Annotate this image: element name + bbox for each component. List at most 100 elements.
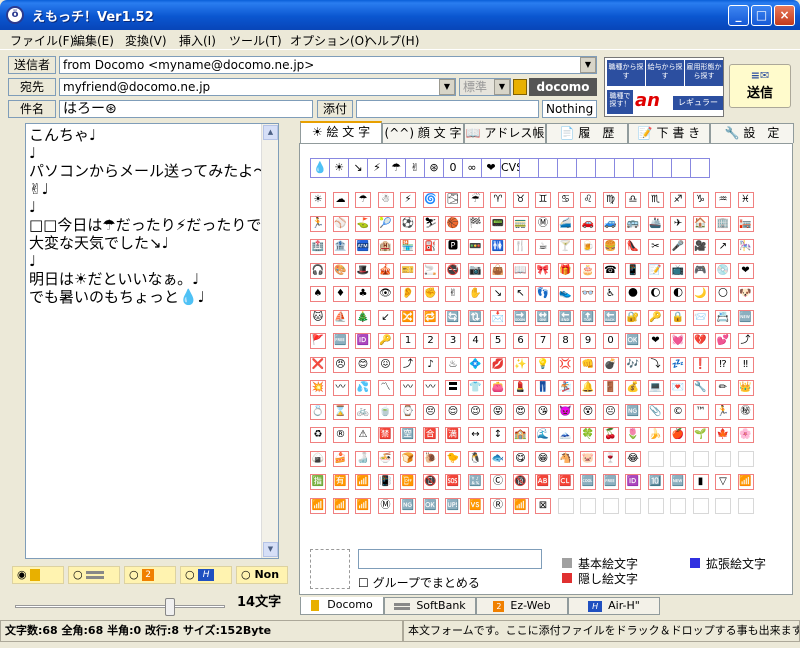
from-dropdown-icon[interactable]: ▼ [580, 57, 596, 73]
emoji-cell[interactable]: ✨ [512, 356, 529, 373]
emoji-cell[interactable]: ✊ [422, 286, 439, 302]
emoji-cell[interactable]: 🈶 [332, 474, 349, 490]
emoji-cell[interactable]: 📨 [692, 309, 709, 326]
emoji-cell[interactable]: ♐ [670, 192, 686, 208]
emoji-cell[interactable]: © [670, 403, 686, 420]
emoji-cell[interactable] [715, 450, 731, 467]
emoji-cell[interactable]: ☀ [310, 192, 326, 208]
emoji-cell[interactable]: 📩 [490, 309, 506, 326]
emoji-cell[interactable]: 👖 [535, 380, 551, 396]
emoji-cell[interactable]: ♈ [490, 192, 506, 208]
ad-banner[interactable]: 職種から探す 給与から探す 雇用形態から探す 職種で探す！ an レギュラー [604, 57, 724, 117]
emoji-cell[interactable]: 🐴 [557, 450, 574, 467]
emoji-cell[interactable]: 🏣 [737, 215, 754, 232]
emoji-cell[interactable]: ♉ [512, 192, 529, 208]
emoji-cell[interactable]: 📷 [467, 262, 484, 279]
emoji-cell[interactable]: 🎫 [400, 262, 416, 279]
emoji-cell[interactable]: Ⓡ [490, 497, 506, 514]
emoji-cell[interactable]: 📝 [647, 262, 664, 279]
emoji-cell[interactable]: 🐶 [737, 286, 754, 302]
emoji-cell[interactable]: ⚡ [400, 192, 416, 208]
emoji-cell[interactable]: 〰 [400, 380, 416, 396]
ad-button-job[interactable]: 職種から探す [607, 60, 645, 86]
emoji-cell[interactable]: 🆗 [422, 497, 439, 514]
emoji-cell[interactable]: ‼ [737, 356, 754, 373]
emoji-cell[interactable]: 🏫 [512, 427, 529, 443]
history-slot[interactable] [519, 158, 539, 178]
emoji-cell[interactable]: ♻ [310, 427, 326, 443]
message-body-editor[interactable]: こんちゃ♩ ♩ パソコンからメール送ってみたよ～✌♩ ♩ □□今日は☂だったり⚡… [25, 123, 279, 559]
emoji-cell[interactable]: ❤ [647, 333, 664, 349]
emoji-cell[interactable]: 🌔 [647, 286, 664, 302]
emoji-cell[interactable]: 〰 [332, 380, 349, 396]
emoji-cell[interactable]: 📶 [512, 497, 529, 514]
emoji-cell[interactable]: 🍙 [310, 450, 326, 467]
emoji-cell[interactable]: 💓 [670, 333, 686, 349]
menu-options[interactable]: オプション(O) [290, 32, 369, 49]
emoji-cell[interactable]: 🔞 [512, 474, 529, 490]
attach-button[interactable]: 添付 [317, 100, 353, 118]
history-slot[interactable] [538, 158, 558, 178]
emoji-cell[interactable]: 📇 [715, 309, 731, 326]
emoji-cell[interactable]: ⛷ [422, 215, 439, 232]
emoji-cell[interactable]: ♍ [602, 192, 619, 208]
emoji-cell[interactable]: ⁉ [715, 356, 731, 373]
emoji-cell[interactable]: 💋 [490, 356, 506, 373]
to-field[interactable]: myfriend@docomo.ne.jp [59, 78, 456, 96]
emoji-cell[interactable]: ☎ [602, 262, 619, 279]
emoji-cell[interactable]: ♪ [422, 356, 439, 373]
emoji-cell[interactable]: 💻 [647, 380, 664, 396]
emoji-cell[interactable]: 💰 [625, 380, 641, 396]
emoji-cell[interactable]: 1 [400, 333, 416, 349]
emoji-cell[interactable]: 0 [602, 333, 619, 349]
editor-scrollbar[interactable]: ▲ ▼ [261, 124, 278, 558]
emoji-cell[interactable]: ⛳ [355, 215, 371, 232]
emoji-cell[interactable]: ♏ [647, 192, 664, 208]
emoji-cell[interactable]: 😖 [377, 356, 394, 373]
emoji-cell[interactable]: 🌱 [692, 427, 709, 443]
emoji-cell[interactable]: ▮ [692, 474, 709, 490]
emoji-cell[interactable]: 🎥 [692, 239, 709, 255]
emoji-cell[interactable]: ♎ [625, 192, 641, 208]
emoji-cell[interactable]: ♨ [445, 356, 461, 373]
emoji-cell[interactable]: 🆎 [535, 474, 551, 490]
emoji-cell[interactable]: 🚌 [625, 215, 641, 232]
emoji-cell[interactable]: 🌀 [422, 192, 439, 208]
tab-drafts[interactable]: 📝 下 書 き [628, 123, 710, 143]
emoji-cell[interactable]: ㊙ [737, 403, 754, 420]
emoji-cell[interactable]: 💡 [535, 356, 551, 373]
emoji-cell[interactable]: 📶 [355, 497, 371, 514]
emoji-cell[interactable]: 🏠 [692, 215, 709, 232]
emoji-cell[interactable]: 💦 [355, 380, 371, 396]
emoji-cell[interactable]: 🍸 [557, 239, 574, 255]
emoji-cell[interactable]: 🍌 [647, 427, 664, 443]
emoji-cell[interactable]: 📺 [670, 262, 686, 279]
emoji-cell[interactable]: 🐤 [445, 450, 461, 467]
emoji-cell[interactable]: 🍎 [670, 427, 686, 443]
emoji-cell[interactable]: ♋ [557, 192, 574, 208]
from-field[interactable]: from Docomo <myname@docomo.ne.jp> [59, 56, 597, 74]
emoji-cell[interactable]: 👁 [377, 286, 394, 302]
emoji-cell[interactable]: 😵 [580, 403, 596, 420]
emoji-cell[interactable]: ☂ [355, 192, 371, 208]
emoji-cell[interactable]: 🔟 [647, 474, 664, 490]
emoji-cell[interactable]: 🏃 [715, 403, 731, 420]
emoji-cell[interactable]: 🆗 [625, 333, 641, 349]
emoji-cell[interactable]: 🏢 [715, 215, 731, 232]
emoji-cell[interactable]: 🍺 [580, 239, 596, 255]
emoji-cell[interactable]: 🚻 [490, 239, 506, 255]
emoji-cell[interactable]: 7 [535, 333, 551, 349]
emoji-cell[interactable] [715, 497, 731, 514]
emoji-cell[interactable]: 🍁 [715, 427, 731, 443]
emoji-cell[interactable]: 😔 [422, 403, 439, 420]
emoji-cell[interactable]: 🅿 [445, 239, 461, 255]
emoji-cell[interactable]: 🆕 [737, 309, 754, 326]
radio-non[interactable]: ○ Non [236, 566, 288, 584]
emoji-cell[interactable]: 🏃 [310, 215, 326, 232]
emoji-cell[interactable]: 👛 [490, 380, 506, 396]
emoji-cell[interactable]: 🐧 [467, 450, 484, 467]
emoji-cell[interactable]: ♦ [332, 286, 349, 302]
emoji-cell[interactable]: 🚗 [580, 215, 596, 232]
emoji-cell[interactable]: 📟 [490, 215, 506, 232]
radio-airh[interactable]: ○ H [180, 566, 232, 584]
